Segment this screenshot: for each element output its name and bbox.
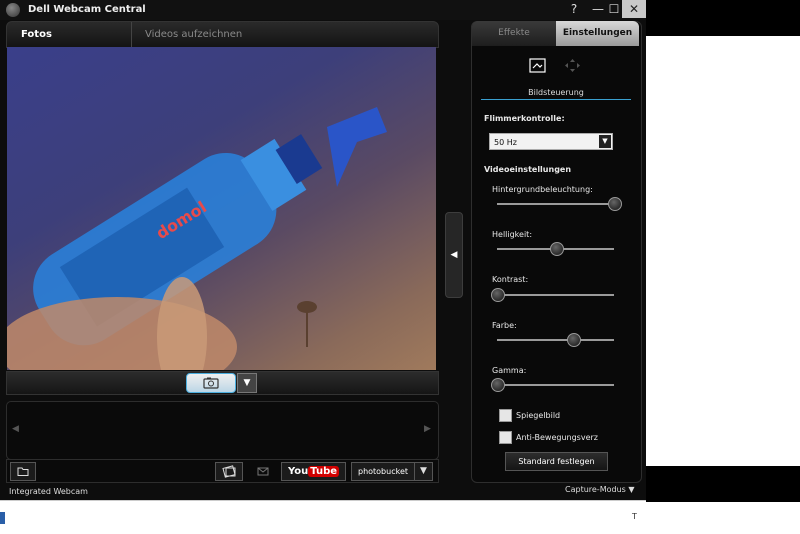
maximize-button[interactable]: ☐ <box>604 0 624 18</box>
photobucket-logo: photobucket <box>357 467 409 476</box>
taskbar-strip <box>0 500 646 534</box>
anti-motion-label: Anti-Bewegungsverz <box>516 433 598 442</box>
youtube-logo-tube: Tube <box>308 466 340 477</box>
status-bar <box>0 483 646 500</box>
slider-track-hintergrund[interactable] <box>497 203 614 205</box>
slider-knob-helligkeit[interactable] <box>549 242 564 256</box>
email-icon <box>257 467 269 476</box>
slider-label-hintergrund: Hintergrundbeleuchtung: <box>492 185 593 194</box>
video-settings-label: Videoeinstellungen <box>484 165 572 174</box>
section-bildsteuerung: Bildsteuerung <box>528 88 584 97</box>
spiegelbild-label: Spiegelbild <box>516 411 561 420</box>
slider-knob-farbe[interactable] <box>567 333 582 347</box>
open-folder-button[interactable] <box>10 462 36 481</box>
flicker-label: Flimmerkontrolle: <box>484 114 565 123</box>
tab-fotos-aufnehmen[interactable]: Fotos aufnehmen <box>7 22 132 65</box>
capture-photo-button[interactable] <box>186 373 236 393</box>
reset-defaults-button[interactable]: Standard festlegen <box>505 452 608 471</box>
slider-label-gamma: Gamma: <box>492 366 527 375</box>
slider-track-gamma[interactable] <box>497 384 614 386</box>
photobucket-upload-button[interactable]: photobucket <box>351 462 415 481</box>
image-settings-icon-button[interactable] <box>529 58 546 73</box>
slideshow-icon <box>222 465 236 478</box>
tab-effekte[interactable]: Effekte <box>472 21 556 46</box>
youtube-upload-button[interactable]: You Tube <box>281 462 346 481</box>
window-title: Dell Webcam Central <box>28 4 146 15</box>
tab-videos-aufzeichnen[interactable]: Videos aufzeichnen <box>131 22 256 47</box>
taskbar-text-fragment: T <box>632 512 637 521</box>
image-adjust-icon <box>529 58 546 73</box>
slider-label-kontrast: Kontrast: <box>492 275 529 284</box>
title-bar: Dell Webcam Central <box>0 0 646 20</box>
move-arrows-icon <box>565 59 580 72</box>
capture-mode-menu[interactable]: Capture-Modus ▼ <box>565 485 635 494</box>
slider-knob-kontrast[interactable] <box>491 288 505 302</box>
chevron-down-icon: ▼ <box>599 135 611 148</box>
device-name: Integrated Webcam <box>9 487 88 496</box>
tab-einstellungen[interactable]: Einstellungen <box>556 21 639 46</box>
youtube-logo-you: You <box>287 466 309 477</box>
close-button[interactable]: ✕ <box>622 0 646 18</box>
share-options-dropdown[interactable]: ▼ <box>414 462 433 481</box>
slider-track-farbe[interactable] <box>497 339 614 341</box>
dell-logo-icon <box>6 3 20 17</box>
slider-track-kontrast[interactable] <box>497 294 614 296</box>
help-button[interactable]: ? <box>564 0 584 18</box>
webcam-scene-image: domol <box>7 107 387 370</box>
background-region-top <box>646 0 800 36</box>
slider-label-helligkeit: Helligkeit: <box>492 230 533 239</box>
camera-icon <box>203 377 219 389</box>
pan-zoom-icon-button[interactable] <box>564 58 581 73</box>
slider-knob-hintergrund[interactable] <box>608 197 622 211</box>
capture-options-dropdown[interactable]: ▼ <box>237 373 257 393</box>
anti-motion-checkbox[interactable] <box>499 431 512 444</box>
spiegelbild-checkbox[interactable] <box>499 409 512 422</box>
slideshow-button[interactable] <box>215 462 243 481</box>
background-region-bottom <box>646 466 800 502</box>
slider-knob-gamma[interactable] <box>491 378 505 392</box>
collapse-panel-toggle[interactable]: ◀ <box>445 212 463 298</box>
flicker-select[interactable]: 50 Hz ▼ <box>489 133 613 150</box>
flicker-select-value: 50 Hz <box>494 138 517 147</box>
taskbar-start-fragment <box>0 512 5 524</box>
email-button[interactable] <box>253 462 273 481</box>
section-divider <box>481 99 631 100</box>
folder-icon <box>17 467 29 476</box>
thumbnail-next-arrow[interactable]: ▶ <box>424 424 431 434</box>
slider-label-farbe: Farbe: <box>492 321 517 330</box>
thumbnail-strip <box>6 401 439 460</box>
thumbnail-prev-arrow[interactable]: ◀ <box>12 424 19 434</box>
webcam-preview: domol <box>7 47 436 370</box>
capture-mode-tabs: Fotos aufnehmen Videos aufzeichnen <box>6 21 439 65</box>
